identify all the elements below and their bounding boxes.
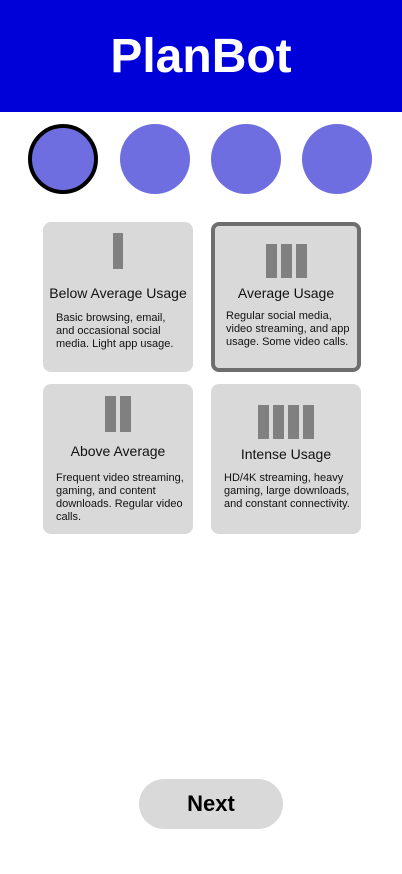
usage-option-title: Above Average	[70, 443, 166, 459]
usage-level-bars	[211, 405, 361, 439]
usage-option-title: Average Usage	[237, 285, 335, 301]
usage-level-bars	[43, 396, 193, 432]
step-dot-2[interactable]	[120, 124, 190, 194]
usage-level-bar	[280, 244, 292, 278]
step-dot-4[interactable]	[302, 124, 372, 194]
usage-option-title: Below Average Usage	[49, 285, 187, 301]
usage-level-bar	[288, 405, 299, 439]
usage-option-below-average[interactable]: Below Average Usage Basic browsing, emai…	[43, 222, 193, 372]
usage-level-bar	[120, 396, 131, 432]
step-dot-1[interactable]	[28, 124, 98, 194]
usage-option-description: Basic browsing, email, and occasional so…	[56, 312, 174, 350]
usage-level-bars	[43, 233, 193, 269]
usage-option-average[interactable]: Average Usage Regular social media, vide…	[211, 222, 361, 372]
usage-option-above-average[interactable]: Above Average Frequent video streaming, …	[43, 384, 193, 534]
usage-level-bar	[295, 244, 307, 278]
step-dot-3[interactable]	[211, 124, 281, 194]
usage-level-bar	[105, 396, 116, 432]
next-button[interactable]: Next	[139, 779, 283, 829]
usage-level-bar	[303, 405, 314, 439]
usage-option-description: HD/4K streaming, heavy gaming, large dow…	[224, 472, 350, 510]
step-indicator	[0, 124, 402, 194]
usage-option-intense[interactable]: Intense Usage HD/4K streaming, heavy gam…	[211, 384, 361, 534]
usage-option-description: Frequent video streaming, gaming, and co…	[56, 472, 184, 523]
usage-level-bars	[215, 244, 357, 278]
usage-level-bar	[258, 405, 269, 439]
planbot-screen: PlanBot Below Average Usage Basic browsi…	[0, 0, 402, 874]
usage-level-bar	[273, 405, 284, 439]
usage-option-title: Intense Usage	[240, 446, 332, 462]
usage-level-bar	[265, 244, 277, 278]
app-header: PlanBot	[0, 0, 402, 112]
usage-level-bar	[113, 233, 123, 269]
usage-option-description: Regular social media, video streaming, a…	[226, 310, 350, 348]
app-title: PlanBot	[110, 29, 292, 83]
